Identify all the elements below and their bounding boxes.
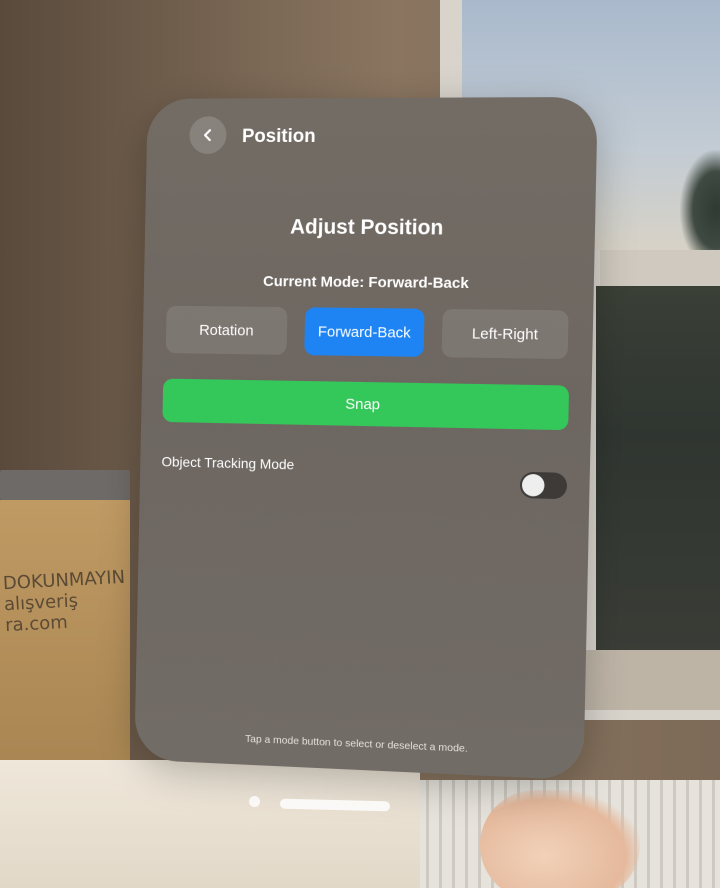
room-window-reflection bbox=[596, 286, 720, 656]
rotation-mode-button[interactable]: Rotation bbox=[165, 305, 288, 355]
toggle-knob bbox=[521, 473, 545, 497]
forward-back-mode-button[interactable]: Forward-Back bbox=[304, 307, 425, 357]
current-mode-label: Current Mode: Forward-Back bbox=[262, 273, 469, 293]
back-button[interactable] bbox=[189, 116, 227, 154]
nav-title: Position bbox=[241, 126, 316, 147]
cardboard-box-text: DOKUNMAYIN alışveriş ra.com bbox=[2, 566, 126, 637]
room-shelf bbox=[0, 760, 420, 888]
window-close-dot[interactable] bbox=[249, 796, 260, 807]
snap-button[interactable]: Snap bbox=[162, 378, 570, 431]
position-window: Position Adjust Position Current Mode: F… bbox=[134, 96, 598, 781]
left-right-mode-button[interactable]: Left-Right bbox=[441, 308, 569, 360]
object-tracking-toggle[interactable] bbox=[519, 471, 568, 500]
page-title: Adjust Position bbox=[289, 215, 444, 240]
object-tracking-label: Object Tracking Mode bbox=[161, 453, 295, 473]
room-plate bbox=[0, 470, 130, 500]
room-tree bbox=[680, 150, 720, 250]
chevron-left-icon bbox=[201, 128, 215, 142]
footer-hint: Tap a mode button to select or deselect … bbox=[245, 732, 468, 755]
mode-button-group: Rotation Forward-Back Left-Right bbox=[165, 305, 569, 360]
room-window-mullion bbox=[600, 250, 720, 286]
user-hand bbox=[480, 790, 640, 888]
